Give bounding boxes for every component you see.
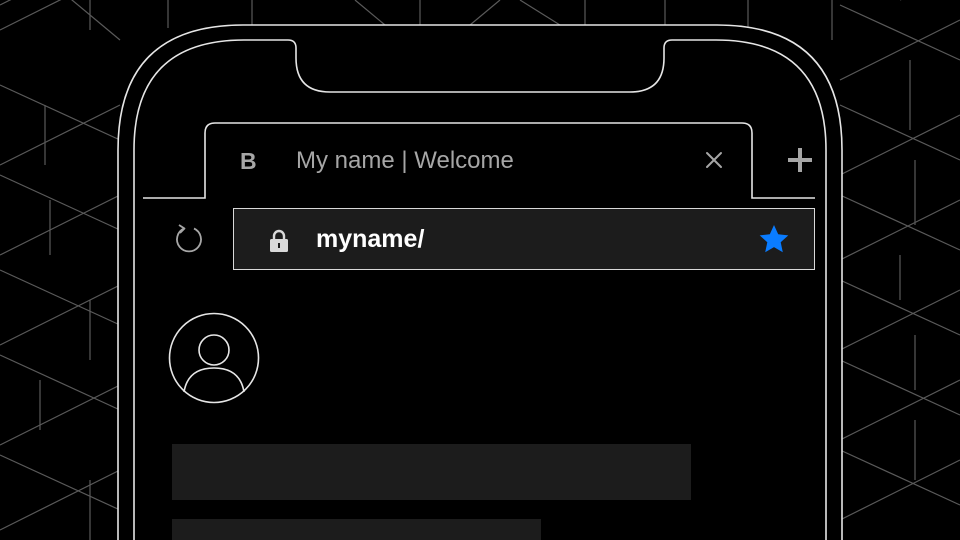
star-icon [759, 225, 789, 253]
reload-button[interactable] [170, 220, 208, 258]
address-bar[interactable]: myname/ [233, 208, 815, 270]
url-input[interactable]: myname/ [316, 224, 424, 254]
tab-favicon: B [240, 148, 257, 174]
tab-close-button[interactable] [700, 146, 728, 174]
phone-frame [117, 24, 843, 540]
plus-icon [788, 148, 812, 172]
new-tab-button[interactable] [784, 144, 816, 176]
placeholder-bar [172, 519, 541, 540]
reload-icon [176, 224, 202, 253]
lock-icon [270, 229, 288, 252]
tab-title[interactable]: My name | Welcome [296, 146, 514, 176]
close-icon [706, 152, 722, 168]
user-avatar-icon[interactable] [168, 312, 260, 404]
placeholder-bar [172, 444, 691, 500]
bookmark-button[interactable] [756, 221, 792, 257]
